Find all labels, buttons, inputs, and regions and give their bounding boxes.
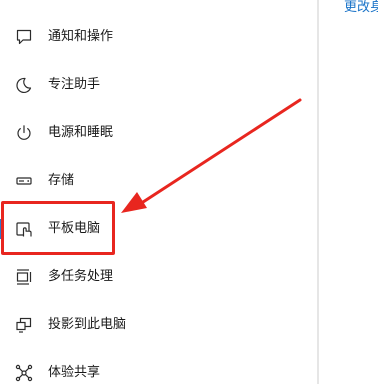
sidebar-item-shared-experiences[interactable]: 体验共享 bbox=[0, 353, 317, 384]
sidebar-item-label: 多任务处理 bbox=[48, 269, 114, 284]
projection-icon bbox=[14, 315, 34, 335]
sidebar-item-power-sleep[interactable]: 电源和睡眠 bbox=[0, 113, 317, 153]
annotation-highlight-box bbox=[1, 201, 115, 255]
multitasking-icon bbox=[14, 267, 34, 287]
notification-icon bbox=[14, 27, 34, 47]
sidebar-item-label: 电源和睡眠 bbox=[48, 125, 114, 140]
sidebar-item-label: 投影到此电脑 bbox=[48, 317, 127, 332]
settings-window: 通知和操作 专注助手 电源和睡眠 存储 平板电脑 多任务处理 投影到此电脑 体验… bbox=[0, 0, 378, 384]
sidebar-item-storage[interactable]: 存储 bbox=[0, 161, 317, 201]
content-link[interactable]: 更改身 bbox=[344, 0, 378, 16]
sidebar-item-label: 专注助手 bbox=[48, 77, 101, 92]
power-icon bbox=[14, 123, 34, 143]
sidebar-item-label: 通知和操作 bbox=[48, 29, 114, 44]
settings-sidebar: 通知和操作 专注助手 电源和睡眠 存储 平板电脑 多任务处理 投影到此电脑 体验… bbox=[0, 0, 317, 384]
sidebar-item-label: 体验共享 bbox=[48, 365, 101, 380]
sidebar-item-label: 存储 bbox=[48, 173, 75, 188]
sidebar-item-project-to-pc[interactable]: 投影到此电脑 bbox=[0, 305, 317, 345]
sidebar-item-multitasking[interactable]: 多任务处理 bbox=[0, 257, 317, 297]
storage-icon bbox=[14, 171, 34, 191]
sidebar-item-focus-assist[interactable]: 专注助手 bbox=[0, 65, 317, 105]
content-pane: 更改身 bbox=[319, 0, 378, 384]
share-icon bbox=[14, 363, 34, 383]
sidebar-item-notifications[interactable]: 通知和操作 bbox=[0, 17, 317, 57]
moon-icon bbox=[14, 75, 34, 95]
